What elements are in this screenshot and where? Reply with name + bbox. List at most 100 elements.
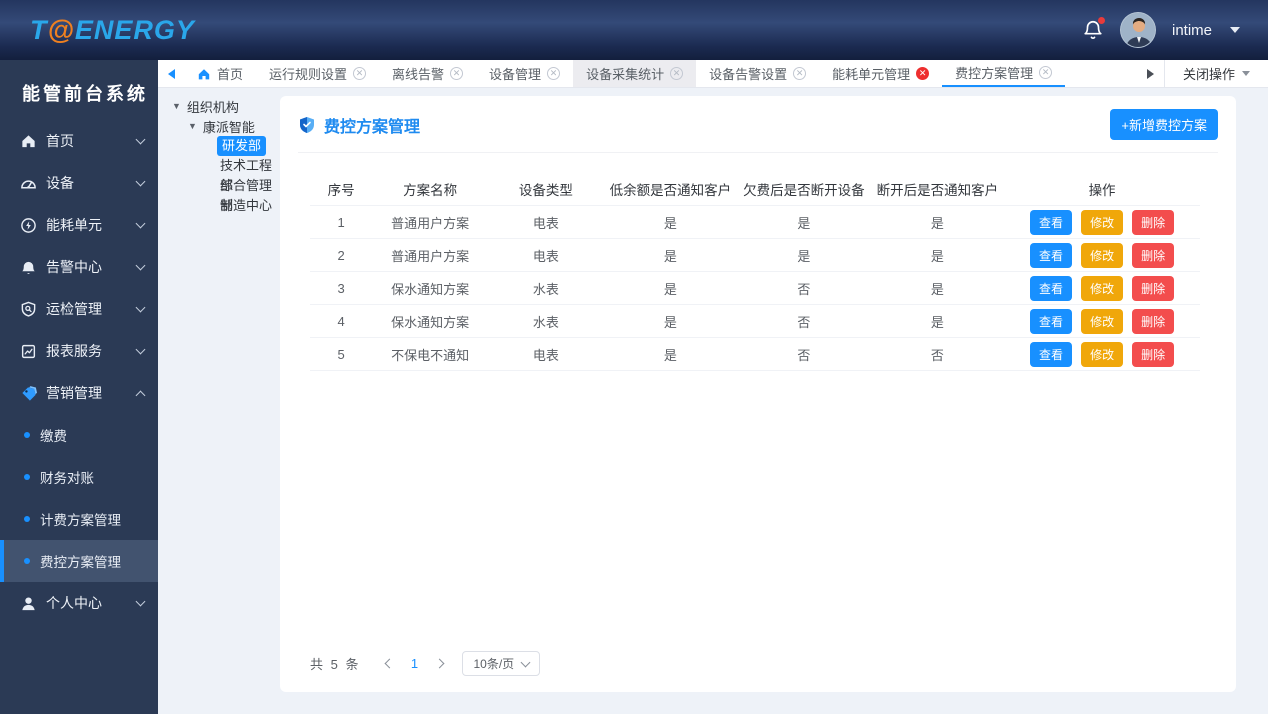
user-avatar[interactable] [1119,12,1156,48]
edit-button[interactable]: 修改 [1081,308,1124,334]
next-page-icon[interactable] [428,653,450,675]
tree-node-company[interactable]: ▼ 康派智能 [188,116,282,136]
chevron-down-icon [135,176,146,187]
top-header: T@ENERGY intime [0,0,1268,60]
sidebar-item-2[interactable]: 设备 [0,162,158,204]
column-header: 方案名称 [403,183,458,198]
tab-2[interactable]: 运行规则设置 ✕ [256,60,379,87]
page-size-caret-icon [520,657,531,667]
page-size-value: 10条/页 [473,657,515,671]
chevron-down-icon [135,218,146,229]
table-cell: 否 [797,314,811,330]
tab-close-icon[interactable]: ✕ [793,67,807,80]
tab-5[interactable]: 设备采集统计 ✕ [573,60,697,87]
edit-button[interactable]: 修改 [1081,209,1124,235]
column-header: 序号 [327,183,355,198]
bullet-dot-icon [24,474,30,480]
tree-node-dept[interactable]: 综合管理部 [220,176,282,213]
tab-close-icon[interactable]: ✕ [450,67,464,80]
report-icon [20,343,37,360]
tab-8[interactable]: 费控方案管理 ✕ [942,60,1066,87]
page-size-select[interactable]: 10条/页 [462,651,541,676]
view-button[interactable]: 查看 [1030,275,1073,301]
tab-close-icon[interactable]: ✕ [1039,66,1053,79]
sidebar-subitem[interactable]: 费控方案管理 [0,540,158,582]
edit-button[interactable]: 修改 [1081,275,1124,301]
sidebar-subitem[interactable]: 财务对账 [0,456,158,498]
delete-button[interactable]: 删除 [1132,275,1175,301]
column-header: 断开后是否通知客户 [876,183,999,198]
sidebar-item-1[interactable]: 首页 [0,120,158,162]
edit-button[interactable]: 修改 [1081,242,1124,268]
delete-button[interactable]: 删除 [1132,341,1175,367]
tab-3[interactable]: 离线告警 ✕ [379,60,476,87]
tree-node-dept[interactable]: 制造中心 [220,196,272,216]
tree-node-dept[interactable]: 研发部 [217,136,267,156]
tabs-scroll-left-icon[interactable] [158,60,184,87]
table-cell: 是 [930,215,944,231]
notification-dot [1097,17,1105,24]
sidebar-item-label: 能耗单元 [46,217,102,233]
edit-button[interactable]: 修改 [1081,341,1124,367]
tab-close-icon[interactable]: ✕ [353,67,367,80]
sidebar-item-4[interactable]: 告警中心 [0,246,158,288]
tab-close-icon[interactable]: ✕ [916,67,930,80]
main-card: 费控方案管理 +新增费控方案 序号 方案名称 设备类型 低余额是否通知客户 欠费后是否断… [280,96,1236,692]
view-button[interactable]: 查看 [1030,242,1073,268]
sidebar-item-label: 营销管理 [46,385,102,401]
tab-6[interactable]: 设备告警设置 ✕ [696,60,819,87]
table-row: 2 普通用户方案 电表 是 是 是 查看 修改 删除 [310,239,1200,272]
sidebar-subitem[interactable]: 缴费 [0,414,158,456]
tabs-scroll-right-icon[interactable] [1138,60,1164,87]
row-actions: 查看 修改 删除 [1004,209,1200,235]
delete-button[interactable]: 删除 [1132,308,1175,334]
table-cell: 4 [337,313,345,329]
shield-icon [298,116,316,134]
table-cell: 否 [797,347,811,363]
prev-page-icon[interactable] [378,653,400,675]
table-cell: 1 [337,214,345,230]
delete-button[interactable]: 删除 [1132,242,1175,268]
home-tab-icon [197,67,211,81]
app-root: T@ENERGY intime 能管前台系统 首页 设备 能耗单元 告警中心 运… [0,0,1268,714]
sidebar-item-personal[interactable]: 个人中心 [0,582,158,624]
tab-close-icon[interactable]: ✕ [547,67,561,80]
tree-node-root[interactable]: ▼ 组织机构 [172,96,282,116]
table-row: 5 不保电不通知 电表 是 否 否 查看 修改 删除 [310,338,1200,371]
notification-bell-icon[interactable] [1082,17,1105,41]
tree-node-dept[interactable]: 技术工程部 [220,156,282,193]
tab-1[interactable]: 首页 [184,60,256,87]
card-divider [298,152,1218,153]
tab-7[interactable]: 能耗单元管理 ✕ [819,60,942,87]
table-cell: 普通用户方案 [391,215,470,231]
alarm-icon [20,259,37,276]
view-button[interactable]: 查看 [1030,308,1073,334]
tab-label: 设备采集统计 [586,67,665,82]
view-button[interactable]: 查看 [1030,341,1073,367]
sidebar-subitem-label: 财务对账 [40,471,94,486]
sidebar-item-label: 报表服务 [46,343,102,359]
chevron-up-icon [135,390,146,400]
close-operations-dropdown[interactable]: 关闭操作 [1163,60,1268,87]
chevron-down-icon [135,302,146,313]
sidebar-item-5[interactable]: 运检管理 [0,288,158,330]
user-icon [20,595,37,612]
tab-label: 设备管理 [489,67,542,82]
sidebar-item-7[interactable]: 营销管理 [0,372,158,414]
sidebar-item-3[interactable]: 能耗单元 [0,204,158,246]
sidebar-item-6[interactable]: 报表服务 [0,330,158,372]
tab-label: 离线告警 [392,67,445,82]
tree-expand-icon[interactable]: ▼ [172,101,181,111]
view-button[interactable]: 查看 [1030,209,1073,235]
tab-4[interactable]: 设备管理 ✕ [476,60,573,87]
username-label[interactable]: intime [1172,22,1212,39]
delete-button[interactable]: 删除 [1132,209,1175,235]
tree-expand-icon[interactable]: ▼ [188,121,197,131]
tab-close-icon[interactable]: ✕ [670,67,684,80]
current-page[interactable]: 1 [404,656,424,671]
bullet-dot-icon [24,558,30,564]
user-menu-caret-icon[interactable] [1230,27,1240,33]
add-plan-button[interactable]: +新增费控方案 [1110,109,1218,140]
sidebar-subitem[interactable]: 计费方案管理 [0,498,158,540]
sidebar: 能管前台系统 首页 设备 能耗单元 告警中心 运检管理 报表服务 营销管理 缴费 财务对账 计费… [0,60,158,714]
